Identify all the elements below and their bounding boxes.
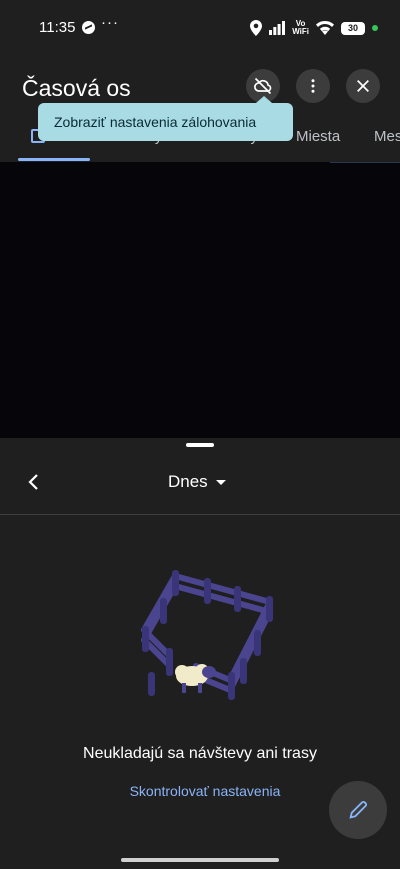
status-time: 11:35 [39, 19, 76, 36]
page-title: Časová os [22, 75, 131, 101]
timeline-sheet: Dnes Neukladajú sa návštevy ani trasy Sk… [0, 438, 400, 869]
wifi-icon [316, 21, 334, 35]
tab-cities[interactable]: Mes [374, 128, 400, 145]
date-label: Dnes [168, 472, 208, 491]
home-indicator[interactable] [121, 858, 279, 862]
vowifi-bottom: WiFi [292, 27, 309, 36]
divider [0, 514, 400, 515]
sheet-drag-handle[interactable] [186, 443, 214, 447]
more-notifications-icon: ··· [101, 14, 119, 31]
tab-places[interactable]: Miesta [296, 128, 340, 145]
dropdown-arrow-icon [215, 479, 226, 485]
more-options-button[interactable] [296, 69, 330, 103]
pencil-icon [349, 800, 368, 819]
status-icons: Vo WiFi 30 [250, 17, 378, 39]
map-view[interactable] [0, 162, 400, 438]
privacy-indicator-dot [372, 25, 378, 31]
location-icon [250, 20, 263, 36]
edit-fab-button[interactable] [329, 781, 387, 839]
chevron-left-icon [28, 474, 38, 490]
cloud-off-icon [254, 77, 272, 95]
more-vert-icon [311, 79, 315, 93]
battery-icon: 30 [341, 21, 365, 35]
date-selector[interactable]: Dnes [168, 471, 226, 493]
previous-day-button[interactable] [22, 470, 46, 494]
close-icon [357, 80, 369, 92]
messenger-icon [82, 21, 95, 34]
tab-indicator [18, 158, 90, 161]
close-button[interactable] [346, 69, 380, 103]
vowifi-icon: Vo WiFi [292, 20, 309, 36]
signal-icon [269, 21, 286, 35]
empty-state-title: Neukladajú sa návštevy ani trasy [83, 745, 317, 762]
status-bar: 11:35 ··· Vo WiFi 30 [0, 0, 400, 56]
backup-settings-tooltip[interactable]: Zobraziť nastavenia zálohovania [38, 96, 293, 141]
empty-fence-sheep-illustration [141, 570, 273, 700]
